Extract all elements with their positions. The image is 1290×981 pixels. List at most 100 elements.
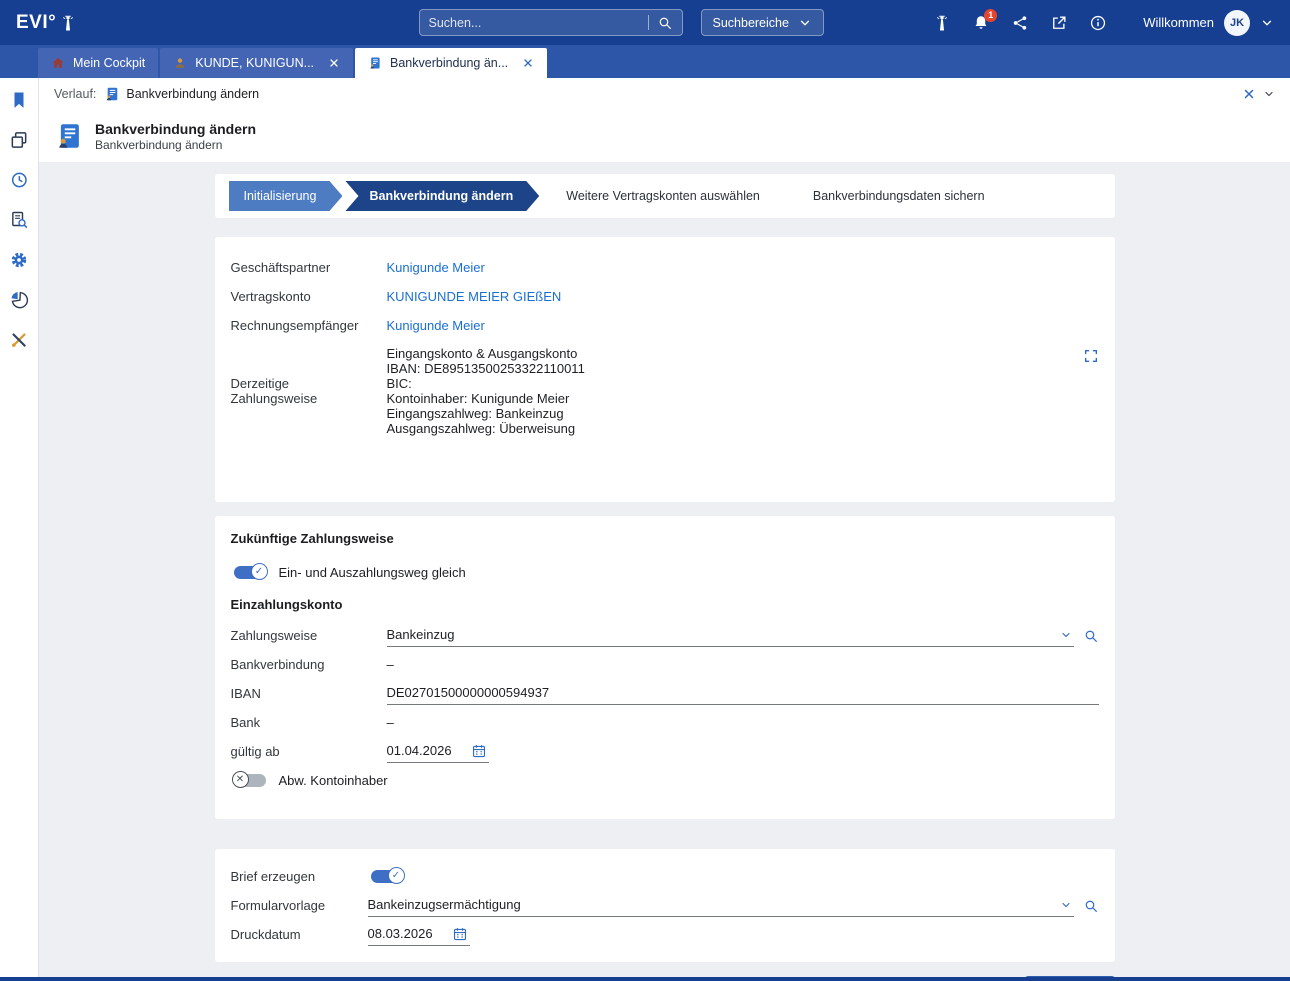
payment-line: BIC: (387, 376, 1083, 391)
field-label: Bank (231, 715, 387, 730)
content-area: Initialisierung Bankverbindung ändern We… (39, 162, 1290, 977)
info-icon[interactable] (1089, 14, 1107, 32)
calendar-icon[interactable] (452, 926, 468, 942)
search-input[interactable] (429, 16, 640, 30)
abw-kontoinhaber-toggle[interactable] (234, 774, 266, 787)
verlauf-entry[interactable]: Bankverbindung ändern (104, 86, 259, 102)
tab-bankverbindung[interactable]: Bankverbindung än... (355, 48, 547, 78)
date-value: 08.03.2026 (368, 926, 433, 941)
lighthouse-logo-icon (59, 14, 77, 32)
evi-logo-text: EVI° (16, 12, 56, 34)
history-icon[interactable] (9, 170, 30, 191)
pie-chart-icon[interactable] (9, 290, 30, 311)
search-scope-dropdown[interactable]: Suchbereiche (701, 9, 824, 36)
top-bar: EVI° Suchbereiche 1 Willkommen JK (0, 0, 1290, 45)
share-icon[interactable] (1011, 14, 1029, 32)
wizard-step-daten-sichern[interactable]: Bankverbindungsdaten sichern (789, 181, 1011, 211)
expand-icon[interactable] (1083, 348, 1099, 364)
iban-input[interactable] (387, 682, 1099, 705)
field-label: Zahlungsweise (231, 628, 387, 643)
field-value: – (387, 657, 394, 672)
chevron-down-icon[interactable] (1263, 88, 1275, 100)
field-label: Derzeitige Zahlungsweise (231, 376, 387, 406)
wizard-step-weitere-vertragskonten[interactable]: Weitere Vertragskonten auswählen (542, 181, 786, 211)
verlauf-label: Verlauf: (54, 87, 96, 101)
zahlungsweise-select[interactable]: Bankeinzug (387, 624, 1074, 647)
vertragskonto-link[interactable]: KUNIGUNDE MEIER GIEßEN (387, 289, 562, 304)
calendar-icon[interactable] (471, 743, 487, 759)
page-subtitle: Bankverbindung ändern (95, 138, 256, 152)
field-label: Bankverbindung (231, 657, 387, 672)
chevron-down-icon[interactable] (1060, 899, 1072, 911)
tab-close-icon[interactable] (522, 57, 534, 69)
open-external-icon[interactable] (1050, 14, 1068, 32)
field-label: IBAN (231, 686, 387, 701)
tab-label: Mein Cockpit (73, 56, 145, 70)
tab-mein-cockpit[interactable]: Mein Cockpit (38, 48, 158, 78)
partner-summary-card: Geschäftspartner Kunigunde Meier Vertrag… (215, 237, 1115, 502)
check-icon (388, 867, 405, 884)
selected-value: Bankeinzug (387, 627, 1060, 642)
geschaeftspartner-link[interactable]: Kunigunde Meier (387, 260, 485, 275)
wizard-step-bankverbindung-aendern[interactable]: Bankverbindung ändern (345, 181, 539, 211)
evi-logo[interactable]: EVI° (16, 12, 77, 34)
toggle-label: Ein- und Auszahlungsweg gleich (279, 565, 466, 580)
brief-erzeugen-toggle[interactable] (371, 870, 403, 883)
global-search[interactable] (419, 9, 683, 36)
process-document-icon (54, 120, 84, 152)
bookmark-icon[interactable] (9, 90, 30, 111)
check-icon (251, 563, 268, 580)
verlauf-entry-label: Bankverbindung ändern (126, 87, 259, 101)
same-payment-way-toggle[interactable] (234, 566, 266, 579)
rechnungsempfaenger-link[interactable]: Kunigunde Meier (387, 318, 485, 333)
layers-icon[interactable] (9, 130, 30, 151)
close-icon[interactable] (1242, 87, 1256, 101)
document-search-icon[interactable] (9, 210, 30, 231)
field-row-bank: Bank – (231, 708, 1099, 737)
value-help-search-icon[interactable] (1083, 628, 1099, 644)
lighthouse-icon[interactable] (933, 14, 951, 32)
x-icon (232, 771, 249, 788)
tools-icon[interactable] (9, 330, 30, 351)
notifications-bell-icon[interactable]: 1 (972, 14, 990, 32)
selected-value: Bankeinzugsermächtigung (368, 897, 1060, 912)
chevron-down-icon[interactable] (1060, 629, 1072, 641)
icon-sidebar (0, 78, 39, 977)
same-way-toggle-row: Ein- und Auszahlungsweg gleich (231, 558, 1099, 587)
field-label: Rechnungsempfänger (231, 318, 387, 333)
search-scope-label: Suchbereiche (713, 16, 789, 30)
value-help-search-icon[interactable] (1083, 898, 1099, 914)
avatar[interactable]: JK (1224, 10, 1250, 36)
abw-kontoinhaber-toggle-row: Abw. Kontoinhaber (231, 766, 1099, 795)
tab-bar: Mein Cockpit KUNDE, KUNIGUN... Bankverbi… (0, 45, 1290, 78)
payment-line: Eingangskonto & Ausgangskonto (387, 346, 1083, 361)
gueltig-ab-date-field[interactable]: 01.04.2026 (387, 741, 489, 763)
tab-label: KUNDE, KUNIGUN... (195, 56, 314, 70)
field-row-rechnungsempfaenger: Rechnungsempfänger Kunigunde Meier (231, 311, 1099, 340)
gear-icon[interactable] (9, 250, 30, 271)
search-icon[interactable] (657, 15, 673, 31)
bottom-window-edge (0, 977, 1290, 981)
user-menu[interactable]: Willkommen JK (1143, 10, 1274, 36)
wizard-step-initialisierung[interactable]: Initialisierung (229, 181, 343, 211)
welcome-label: Willkommen (1143, 15, 1214, 30)
topbar-icon-group: 1 (933, 14, 1107, 32)
field-row-gueltig-ab: gültig ab 01.04.2026 (231, 737, 1099, 766)
payment-line: Eingangszahlweg: Bankeinzug (387, 406, 1083, 421)
tab-kunde[interactable]: KUNDE, KUNIGUN... (160, 48, 353, 78)
field-label: Formularvorlage (231, 898, 368, 913)
subsection-title: Einzahlungskonto (231, 597, 1099, 612)
field-row-formularvorlage: Formularvorlage Bankeinzugsermächtigung (231, 891, 1099, 920)
search-divider (648, 15, 649, 30)
process-document-icon (368, 56, 382, 70)
current-payment-details: Eingangskonto & Ausgangskonto IBAN: DE89… (387, 346, 1083, 436)
formularvorlage-select[interactable]: Bankeinzugsermächtigung (368, 894, 1074, 917)
chevron-down-icon (798, 16, 812, 30)
user-menu-chevron-icon[interactable] (1260, 16, 1274, 30)
wizard-steps-card: Initialisierung Bankverbindung ändern We… (215, 174, 1115, 218)
wizard-step-label: Bankverbindung ändern (369, 189, 513, 203)
druckdatum-date-field[interactable]: 08.03.2026 (368, 924, 470, 946)
field-row-druckdatum: Druckdatum 08.03.2026 (231, 920, 1099, 949)
history-bar: Verlauf: Bankverbindung ändern (39, 78, 1290, 110)
tab-close-icon[interactable] (328, 57, 340, 69)
